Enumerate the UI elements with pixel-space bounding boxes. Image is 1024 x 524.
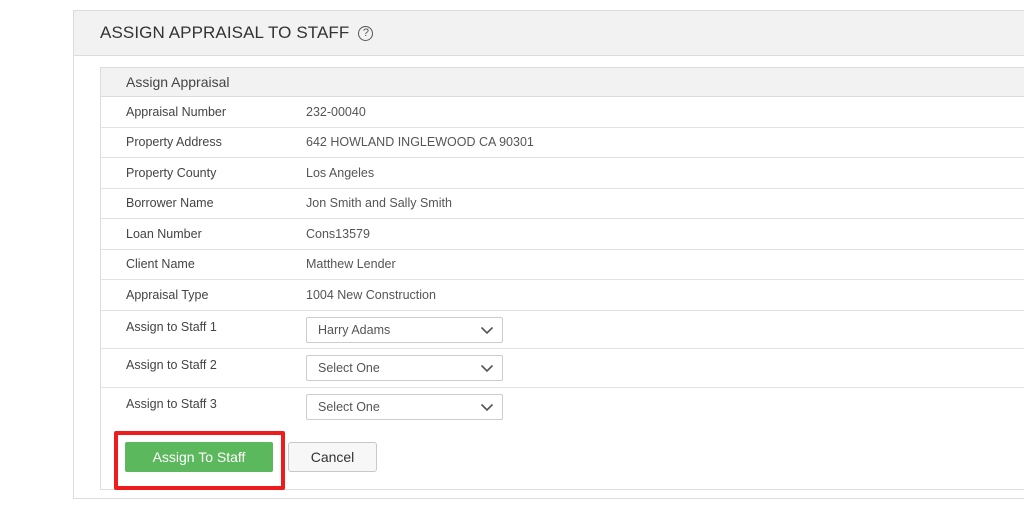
field-value: 642 HOWLAND INGLEWOOD CA 90301 bbox=[306, 135, 534, 150]
staff-3-select[interactable]: Select One bbox=[306, 393, 503, 420]
staff-row-2: Assign to Staff 2 Select One bbox=[101, 349, 1024, 388]
detail-row-appraisal-type: Appraisal Type 1004 New Construction bbox=[101, 280, 1024, 311]
field-label: Loan Number bbox=[126, 226, 202, 241]
field-label: Appraisal Number bbox=[126, 104, 227, 119]
select-value: Harry Adams bbox=[318, 322, 391, 337]
field-label: Property County bbox=[126, 165, 217, 180]
field-value: Cons13579 bbox=[306, 226, 370, 241]
cancel-button[interactable]: Cancel bbox=[288, 442, 377, 472]
detail-row-property-address: Property Address 642 HOWLAND INGLEWOOD C… bbox=[101, 128, 1024, 158]
field-value: 1004 New Construction bbox=[306, 287, 436, 302]
chevron-down-icon bbox=[480, 326, 494, 334]
help-icon[interactable]: ? bbox=[358, 25, 374, 41]
detail-row-borrower-name: Borrower Name Jon Smith and Sally Smith bbox=[101, 189, 1024, 219]
field-label: Assign to Staff 2 bbox=[126, 358, 217, 372]
assign-appraisal-card: Assign Appraisal Appraisal Number 232-00… bbox=[100, 67, 1024, 490]
card-title: Assign Appraisal bbox=[126, 74, 230, 90]
field-label: Appraisal Type bbox=[126, 287, 209, 302]
detail-row-appraisal-number: Appraisal Number 232-00040 bbox=[101, 97, 1024, 128]
field-label: Assign to Staff 3 bbox=[126, 396, 217, 411]
field-value: Jon Smith and Sally Smith bbox=[306, 196, 452, 211]
detail-row-client-name: Client Name Matthew Lender bbox=[101, 250, 1024, 280]
field-label: Borrower Name bbox=[126, 196, 214, 211]
staff-row-1: Assign to Staff 1 Harry Adams bbox=[101, 311, 1024, 349]
field-value: 232-00040 bbox=[306, 104, 366, 119]
field-label: Assign to Staff 1 bbox=[126, 319, 217, 334]
field-value: Matthew Lender bbox=[306, 257, 396, 272]
staff-row-3: Assign to Staff 3 Select One bbox=[101, 388, 1024, 427]
detail-row-property-county: Property County Los Angeles bbox=[101, 158, 1024, 189]
detail-row-loan-number: Loan Number Cons13579 bbox=[101, 219, 1024, 250]
field-label: Client Name bbox=[126, 257, 195, 272]
chevron-down-icon bbox=[480, 364, 494, 373]
assign-to-staff-button[interactable]: Assign To Staff bbox=[125, 442, 273, 472]
staff-1-select[interactable]: Harry Adams bbox=[306, 316, 503, 343]
field-value: Los Angeles bbox=[306, 165, 375, 180]
staff-2-select[interactable]: Select One bbox=[306, 355, 503, 381]
select-value: Select One bbox=[318, 361, 380, 375]
select-value: Select One bbox=[318, 399, 380, 414]
page-title: ASSIGN APPRAISAL TO STAFF bbox=[100, 23, 350, 42]
card-header: Assign Appraisal bbox=[101, 68, 1024, 97]
panel-header: ASSIGN APPRAISAL TO STAFF ? bbox=[74, 11, 1024, 56]
assign-appraisal-panel: ASSIGN APPRAISAL TO STAFF ? Assign Appra… bbox=[73, 10, 1024, 499]
field-label: Property Address bbox=[126, 135, 222, 150]
form-actions: Assign To Staff Cancel bbox=[101, 426, 1024, 490]
chevron-down-icon bbox=[480, 403, 494, 411]
